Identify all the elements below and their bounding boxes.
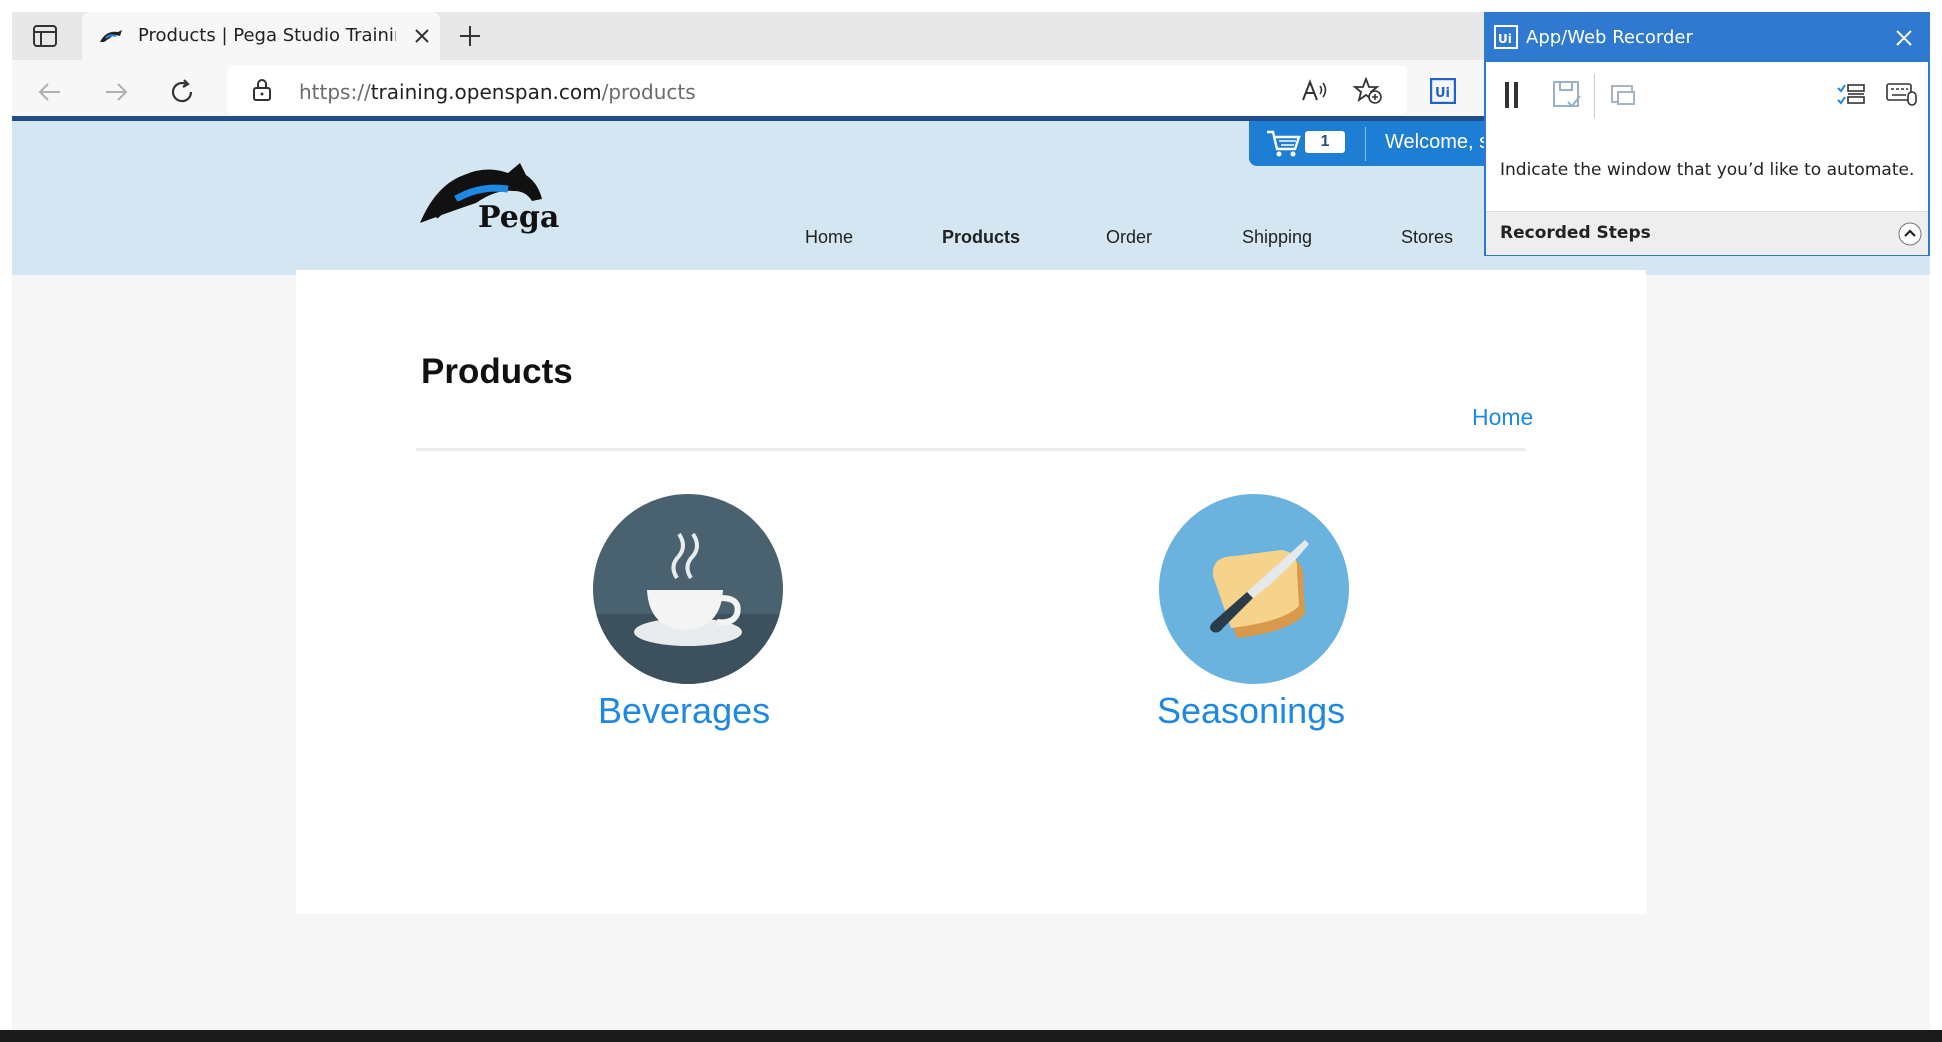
- new-tab-icon[interactable]: [458, 24, 482, 48]
- read-aloud-icon[interactable]: [1301, 78, 1329, 104]
- forward-icon[interactable]: [102, 78, 130, 106]
- coffee-cup-icon: [593, 532, 783, 684]
- main-content: Products Home Beverages Seasonings: [296, 270, 1646, 914]
- nav-home[interactable]: Home: [805, 227, 853, 248]
- cart-count-badge[interactable]: 1: [1305, 131, 1345, 153]
- pause-icon[interactable]: [1502, 80, 1522, 110]
- svg-text:Ui: Ui: [1498, 32, 1512, 46]
- pega-favicon-icon: [98, 26, 124, 46]
- recorded-steps-label: Recorded Steps: [1500, 223, 1651, 243]
- welcome-text[interactable]: Welcome, s: [1385, 131, 1489, 154]
- cart-divider: [1365, 127, 1366, 161]
- refresh-icon[interactable]: [168, 78, 196, 106]
- cart-bar: 1 Welcome, s: [1249, 121, 1509, 166]
- toolbar-divider: [1594, 74, 1595, 118]
- save-steps-icon[interactable]: [1552, 80, 1582, 110]
- record-window-icon[interactable]: [1610, 84, 1638, 108]
- close-recorder-icon[interactable]: [1894, 28, 1914, 48]
- svg-text:Ui: Ui: [1435, 86, 1450, 101]
- svg-text:Pega: Pega: [478, 200, 559, 235]
- recorder-titlebar: Ui App/Web Recorder: [1486, 14, 1928, 62]
- nav-products[interactable]: Products: [942, 227, 1020, 248]
- bread-knife-icon: [1210, 540, 1309, 638]
- nav-stores[interactable]: Stores: [1401, 227, 1453, 248]
- tab-active[interactable]: Products | Pega Studio Training V: [82, 12, 440, 60]
- nav-order[interactable]: Order: [1106, 227, 1152, 248]
- favorite-add-icon[interactable]: [1352, 76, 1383, 105]
- close-tab-icon[interactable]: [412, 26, 432, 46]
- breadcrumb-home-link[interactable]: Home: [1472, 404, 1533, 431]
- steps-list-icon[interactable]: [1836, 82, 1866, 108]
- shopping-cart-icon[interactable]: [1265, 129, 1301, 159]
- taskbar: [0, 1030, 1942, 1042]
- seasonings-image[interactable]: [1159, 494, 1349, 684]
- title-divider: [416, 448, 1526, 451]
- chevron-up-icon[interactable]: [1898, 222, 1922, 246]
- tab-actions-icon[interactable]: [32, 24, 58, 48]
- tab-title: Products | Pega Studio Training V: [138, 25, 396, 46]
- recorder-window: Ui App/Web Recorder Indicate the window …: [1484, 12, 1930, 256]
- url-text: https://training.openspan.com/products: [299, 80, 696, 104]
- page-title: Products: [421, 352, 573, 391]
- nav-shipping[interactable]: Shipping: [1242, 227, 1312, 248]
- url-input[interactable]: https://training.openspan.com/products: [227, 66, 1407, 114]
- recorder-instruction: Indicate the window that you’d like to a…: [1500, 160, 1915, 180]
- keyboard-mouse-icon[interactable]: [1886, 80, 1918, 108]
- seasonings-link[interactable]: Seasonings: [1157, 690, 1345, 732]
- back-icon[interactable]: [36, 78, 64, 106]
- beverages-image[interactable]: [593, 494, 783, 684]
- uipath-logo-icon: Ui: [1494, 25, 1518, 49]
- uipath-extension-icon[interactable]: Ui: [1429, 77, 1457, 105]
- lock-icon[interactable]: [251, 78, 273, 102]
- beverages-link[interactable]: Beverages: [598, 690, 770, 732]
- recorder-title: App/Web Recorder: [1526, 27, 1693, 48]
- pega-logo[interactable]: Pega: [416, 155, 576, 235]
- recorded-steps-header[interactable]: Recorded Steps: [1486, 211, 1928, 255]
